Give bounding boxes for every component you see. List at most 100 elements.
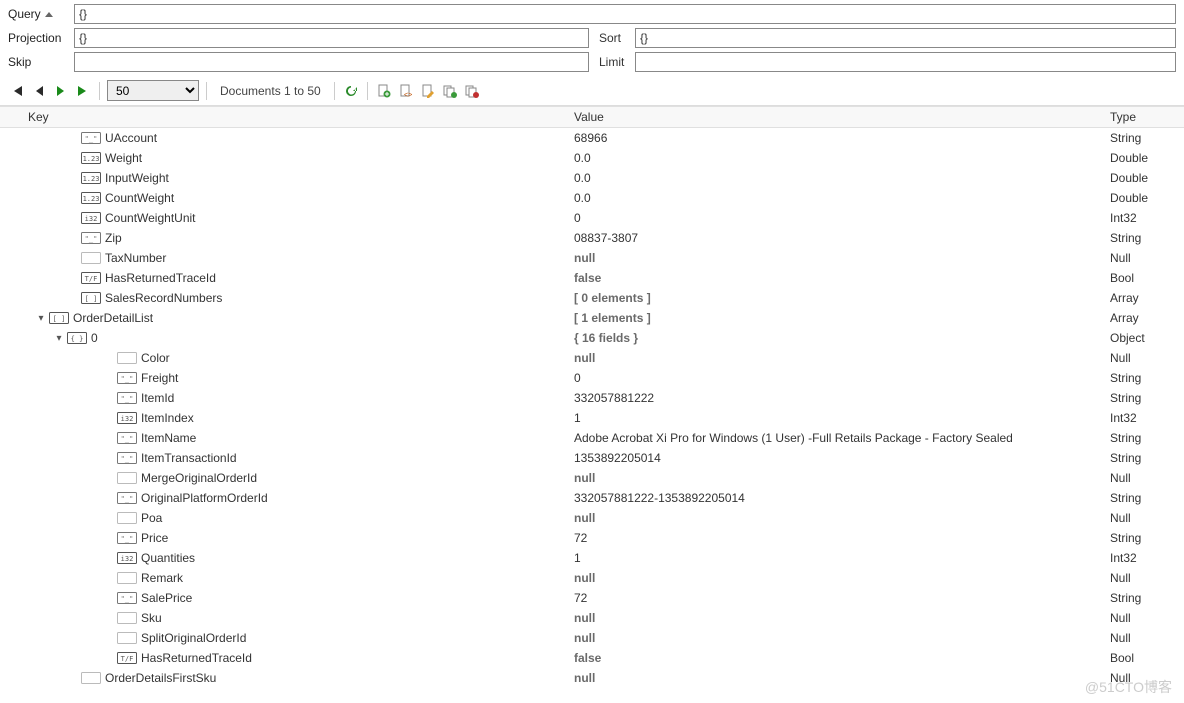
header-key[interactable]: Key [0,110,570,124]
refresh-icon[interactable] [342,82,360,100]
table-row[interactable]: ▾[ ]OrderDetailList[ 1 elements ]Array [0,308,1184,328]
cell-type: Bool [1106,271,1184,285]
cell-value: { 16 fields } [570,331,1106,345]
table-row[interactable]: "_"Zip08837-3807String [0,228,1184,248]
table-row[interactable]: PoanullNull [0,508,1184,528]
table-row[interactable]: i32CountWeightUnit0Int32 [0,208,1184,228]
table-row[interactable]: T/FHasReturnedTraceIdfalseBool [0,268,1184,288]
table-row[interactable]: T/FHasReturnedTraceIdfalseBool [0,648,1184,668]
cell-type: Null [1106,471,1184,485]
svg-text:{ }: { } [71,335,84,343]
table-row[interactable]: [ ]SalesRecordNumbers[ 0 elements ]Array [0,288,1184,308]
table-row[interactable]: "_"SalePrice72String [0,588,1184,608]
cell-value: null [570,611,1106,625]
cell-value: [ 1 elements ] [570,311,1106,325]
table-row[interactable]: "_"UAccount68966String [0,128,1184,148]
key-name: OriginalPlatformOrderId [141,491,268,505]
table-row[interactable]: ▾{ }0{ 16 fields }Object [0,328,1184,348]
table-row[interactable]: "_"ItemId332057881222String [0,388,1184,408]
type-null-icon [116,471,138,485]
cell-type: Null [1106,611,1184,625]
svg-text:i32: i32 [121,555,134,563]
table-row[interactable]: i32ItemIndex1Int32 [0,408,1184,428]
sort-input[interactable] [635,28,1176,48]
table-row[interactable]: 1.23Weight0.0Double [0,148,1184,168]
table-row[interactable]: "_"ItemTransactionId1353892205014String [0,448,1184,468]
table-row[interactable]: SkunullNull [0,608,1184,628]
table-row[interactable]: MergeOriginalOrderIdnullNull [0,468,1184,488]
key-name: InputWeight [105,171,169,185]
cell-type: String [1106,591,1184,605]
projection-input[interactable] [74,28,589,48]
expand-toggle-icon[interactable]: ▾ [52,333,66,344]
cell-value: 1353892205014 [570,451,1106,465]
prev-page-icon[interactable] [30,82,48,100]
type-str-icon: "_" [116,591,138,605]
svg-text:"_": "_" [121,455,134,463]
table-row[interactable]: "_"ItemNameAdobe Acrobat Xi Pro for Wind… [0,428,1184,448]
query-panel: Query Projection Sort Skip Limit [0,0,1184,72]
type-str-icon: "_" [80,131,102,145]
table-row[interactable]: OrderDetailsFirstSkunullNull [0,668,1184,688]
limit-input[interactable] [635,52,1176,72]
type-dbl-icon: 1.23 [80,171,102,185]
cell-type: Null [1106,511,1184,525]
svg-text:"_": "_" [121,535,134,543]
table-row[interactable]: RemarknullNull [0,568,1184,588]
key-name: CountWeight [105,191,174,205]
type-null-icon [80,251,102,265]
header-type[interactable]: Type [1106,110,1184,124]
key-name: Quantities [141,551,195,565]
key-name: OrderDetailsFirstSku [105,671,216,685]
table-row[interactable]: ColornullNull [0,348,1184,368]
separator [367,82,368,100]
query-input[interactable] [74,4,1176,24]
skip-label: Skip [8,55,68,69]
svg-text:i32: i32 [121,415,134,423]
cell-type: Bool [1106,651,1184,665]
svg-text:[ ]: [ ] [53,315,66,323]
skip-input[interactable] [74,52,589,72]
cell-value: null [570,351,1106,365]
key-name: SalesRecordNumbers [105,291,222,305]
table-row[interactable]: SplitOriginalOrderIdnullNull [0,628,1184,648]
key-name: HasReturnedTraceId [105,271,216,285]
first-page-icon[interactable] [8,82,26,100]
cell-type: Int32 [1106,551,1184,565]
cell-type: Int32 [1106,211,1184,225]
cell-value: 68966 [570,131,1106,145]
delete-document-icon[interactable] [463,82,481,100]
table-row[interactable]: 1.23InputWeight0.0Double [0,168,1184,188]
last-page-icon[interactable] [74,82,92,100]
key-name: Color [141,351,170,365]
key-name: TaxNumber [105,251,166,265]
table-row[interactable]: "_"OriginalPlatformOrderId332057881222-1… [0,488,1184,508]
table-row[interactable]: 1.23CountWeight0.0Double [0,188,1184,208]
type-null-icon [80,671,102,685]
key-name: CountWeightUnit [105,211,196,225]
copy-document-icon[interactable] [441,82,459,100]
cell-type: String [1106,131,1184,145]
header-value[interactable]: Value [570,110,1106,124]
page-size-select[interactable]: 50 [107,80,199,101]
cell-type: Int32 [1106,411,1184,425]
cell-value: false [570,271,1106,285]
key-name: Zip [105,231,122,245]
collapse-up-icon[interactable] [45,12,53,17]
table-row[interactable]: TaxNumbernullNull [0,248,1184,268]
expand-toggle-icon[interactable]: ▾ [34,313,48,324]
add-document-icon[interactable] [375,82,393,100]
type-arr-icon: [ ] [48,311,70,325]
cell-value: 0.0 [570,191,1106,205]
type-int-icon: i32 [116,411,138,425]
view-document-icon[interactable]: <> [397,82,415,100]
cell-value: 08837-3807 [570,231,1106,245]
table-row[interactable]: i32Quantities1Int32 [0,548,1184,568]
edit-document-icon[interactable] [419,82,437,100]
next-page-icon[interactable] [52,82,70,100]
table-row[interactable]: "_"Price72String [0,528,1184,548]
table-row[interactable]: "_"Freight0String [0,368,1184,388]
key-name: HasReturnedTraceId [141,651,252,665]
type-str-icon: "_" [116,491,138,505]
type-str-icon: "_" [116,531,138,545]
